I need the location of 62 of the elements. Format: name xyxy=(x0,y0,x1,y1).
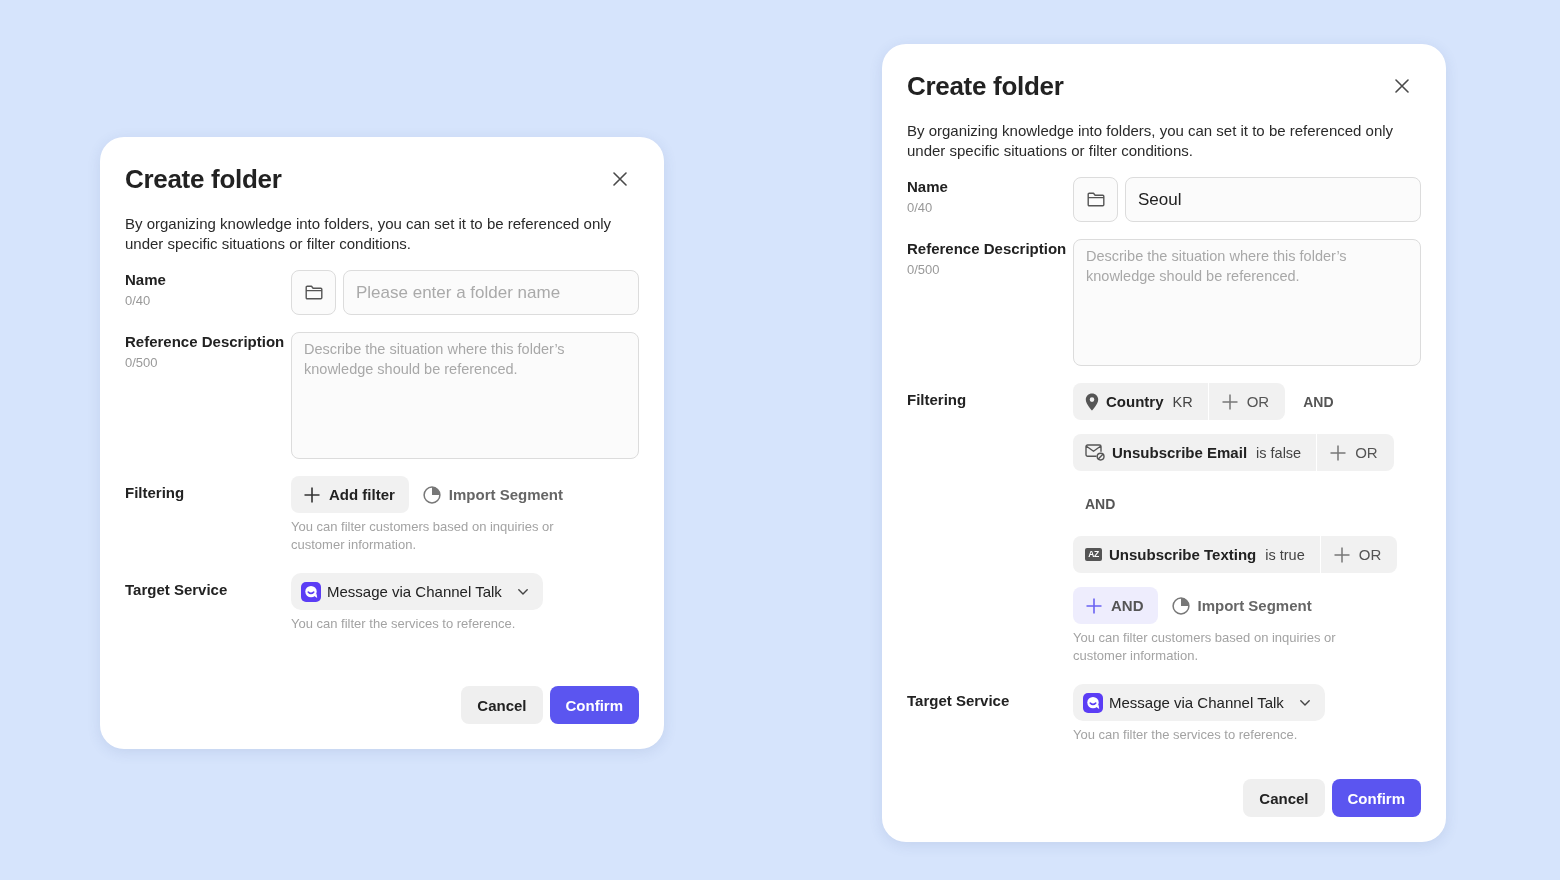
confirm-button[interactable]: Confirm xyxy=(1331,779,1421,817)
import-segment-button[interactable]: Import Segment xyxy=(418,476,568,513)
location-pin-icon xyxy=(1085,392,1099,411)
chevron-down-icon xyxy=(517,588,528,595)
help-text: You can filter customers based on inquiries or customer information. xyxy=(1073,629,1337,665)
and-operator: AND xyxy=(1303,393,1334,410)
folder-button[interactable] xyxy=(1073,177,1118,222)
character-counter: 0/40 xyxy=(125,292,152,310)
character-counter: 0/500 xyxy=(907,261,941,279)
service-select[interactable]: Message via Channel Talk xyxy=(1073,684,1325,721)
plus-icon xyxy=(1330,444,1347,461)
envelope-blocked-icon xyxy=(1085,444,1105,461)
pie-chart-icon xyxy=(1171,596,1190,615)
field-label: Filtering xyxy=(907,390,968,410)
folder-icon xyxy=(304,285,323,300)
plus-icon xyxy=(1333,546,1350,563)
plus-icon xyxy=(304,486,320,503)
field-label: Name xyxy=(125,270,167,290)
close-icon xyxy=(1395,79,1409,93)
field-label: Reference Description xyxy=(907,239,1068,259)
dialog-title: Create folder xyxy=(907,70,1064,102)
help-text: You can filter customers based on inquiries or customer information. xyxy=(291,518,555,554)
chevron-down-icon xyxy=(1299,699,1310,706)
text-type-icon: AZ xyxy=(1085,548,1102,561)
field-label: Target Service xyxy=(907,691,1011,711)
help-text: You can filter the services to reference. xyxy=(1073,726,1299,744)
add-filter-button[interactable]: Add filter xyxy=(291,476,409,513)
pie-chart-icon xyxy=(422,485,441,504)
chat-app-icon xyxy=(1083,692,1103,713)
name-input[interactable]: Please enter a folder name xyxy=(343,270,639,315)
filter-condition[interactable]: Country KR xyxy=(1073,383,1208,420)
field-label: Name xyxy=(907,177,949,197)
cancel-button[interactable]: Cancel xyxy=(461,686,543,724)
add-filter-button[interactable]: AND xyxy=(1073,587,1158,624)
close-icon xyxy=(613,172,627,186)
service-select[interactable]: Message via Channel Talk xyxy=(291,573,543,610)
folder-button[interactable] xyxy=(291,270,336,315)
field-label: Reference Description xyxy=(125,332,286,352)
chat-app-icon xyxy=(301,581,321,602)
filter-condition[interactable]: AZ Unsubscribe Texting is true xyxy=(1073,536,1320,573)
dialog-description: By organizing knowledge into folders, you can set it to be referenced only under specific situations or filter conditions. xyxy=(125,214,613,254)
filter-condition[interactable]: Unsubscribe Email is false xyxy=(1073,434,1317,471)
plus-icon xyxy=(1086,597,1102,614)
import-segment-button[interactable]: Import Segment xyxy=(1167,587,1316,624)
description-input[interactable]: Describe the situation where this folder’s knowledge should be referenced. xyxy=(291,332,639,459)
or-button[interactable]: OR xyxy=(1320,536,1398,573)
field-label: Target Service xyxy=(125,580,229,600)
character-counter: 0/40 xyxy=(907,199,934,217)
character-counter: 0/500 xyxy=(125,354,159,372)
confirm-button[interactable]: Confirm xyxy=(549,686,639,724)
name-input[interactable]: Seoul xyxy=(1125,177,1421,222)
cancel-button[interactable]: Cancel xyxy=(1243,779,1325,817)
dialog-title: Create folder xyxy=(125,163,282,195)
and-operator: AND xyxy=(1084,495,1116,512)
dialog-description: By organizing knowledge into folders, you can set it to be referenced only under specific situations or filter conditions. xyxy=(907,121,1395,161)
help-text: You can filter the services to reference. xyxy=(291,615,517,633)
plus-icon xyxy=(1221,393,1238,410)
field-label: Filtering xyxy=(125,483,186,503)
or-button[interactable]: OR xyxy=(1317,434,1394,471)
description-input[interactable]: Describe the situation where this folder’s knowledge should be referenced. xyxy=(1073,239,1421,366)
folder-icon xyxy=(1086,192,1105,207)
or-button[interactable]: OR xyxy=(1208,383,1286,420)
